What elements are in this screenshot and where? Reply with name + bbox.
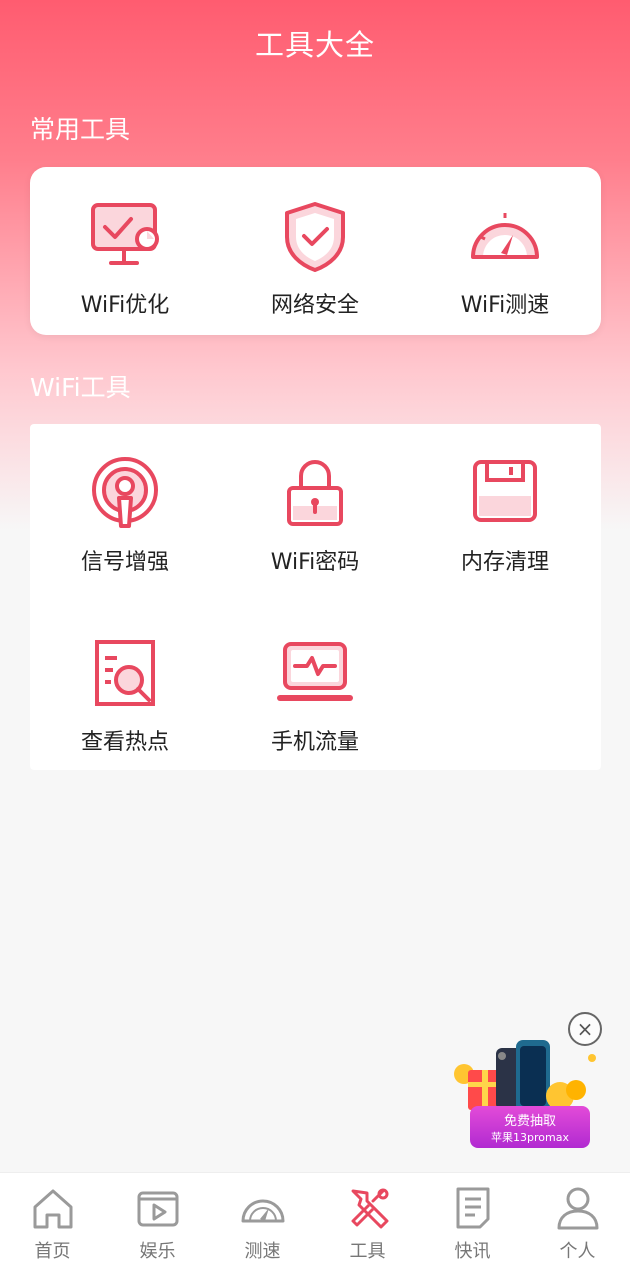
tool-label: 查看热点 (80, 730, 169, 755)
tool-signal-boost[interactable]: 信号增强 (30, 456, 220, 576)
signal-broadcast-icon (92, 457, 158, 528)
nav-item-tools[interactable]: 工具 (315, 1185, 420, 1263)
nav-label: 工具 (349, 1241, 386, 1262)
nav-label: 个人 (559, 1241, 596, 1262)
tool-label: WiFi优化 (80, 293, 170, 318)
news-icon (456, 1187, 489, 1229)
nav-item-home[interactable]: 首页 (0, 1185, 105, 1263)
promo-banner[interactable]: 免费抽取 苹果13promax (470, 1106, 590, 1148)
tool-label: 手机流量 (270, 730, 359, 755)
tool-label: WiFi密码 (270, 550, 360, 575)
nav-label: 首页 (34, 1241, 71, 1262)
tools-icon (351, 1188, 388, 1229)
tool-label: 信号增强 (80, 550, 169, 575)
home-icon (33, 1189, 72, 1229)
promo-line-2: 苹果13promax (491, 1131, 569, 1144)
nav-item-news[interactable]: 快讯 (420, 1185, 525, 1263)
section-title-common: 常用工具 (30, 115, 131, 144)
tool-wifi-speedtest[interactable]: WiFi测速 (410, 199, 600, 319)
speedometer-icon (241, 1199, 284, 1223)
nav-label: 娱乐 (139, 1241, 176, 1262)
tool-view-hotspot[interactable]: 查看热点 (30, 636, 220, 756)
tool-network-security[interactable]: 网络安全 (220, 199, 410, 319)
bottom-nav: 首页 娱乐 测速 工具 快讯 个人 (0, 1172, 630, 1280)
section-title-wifi: WiFi工具 (30, 373, 131, 402)
nav-label: 快讯 (454, 1241, 491, 1262)
nav-item-profile[interactable]: 个人 (525, 1185, 630, 1263)
nav-item-speedtest[interactable]: 测速 (210, 1185, 315, 1263)
tool-label: WiFi测速 (460, 293, 550, 318)
shield-check-icon (285, 202, 345, 272)
play-icon (137, 1191, 178, 1227)
laptop-pulse-icon (277, 642, 353, 701)
tool-wifi-password[interactable]: WiFi密码 (220, 456, 410, 576)
tool-label: 网络安全 (270, 293, 359, 318)
tool-memory-clean[interactable]: 内存清理 (410, 456, 600, 576)
tool-label: 内存清理 (460, 550, 549, 575)
tool-mobile-data[interactable]: 手机流量 (220, 636, 410, 756)
promo-line-1: 免费抽取 (503, 1114, 556, 1129)
promo-close-button[interactable]: × (568, 1012, 602, 1046)
monitor-check-icon (91, 203, 159, 265)
document-search-icon (95, 640, 155, 706)
speedometer-icon (471, 213, 539, 259)
lock-icon (287, 460, 343, 526)
page-title: 工具大全 (254, 28, 375, 62)
tool-wifi-optimize[interactable]: WiFi优化 (30, 199, 220, 319)
floppy-disk-icon (473, 460, 537, 522)
nav-label: 测速 (244, 1241, 281, 1262)
wifi-tools-card: 信号增强 WiFi密码 内存清理 查看热点 手机流量 (30, 424, 601, 770)
nav-item-entertainment[interactable]: 娱乐 (105, 1185, 210, 1263)
common-tools-card: WiFi优化 网络安全 WiFi测速 (30, 167, 601, 335)
person-icon (557, 1187, 598, 1230)
